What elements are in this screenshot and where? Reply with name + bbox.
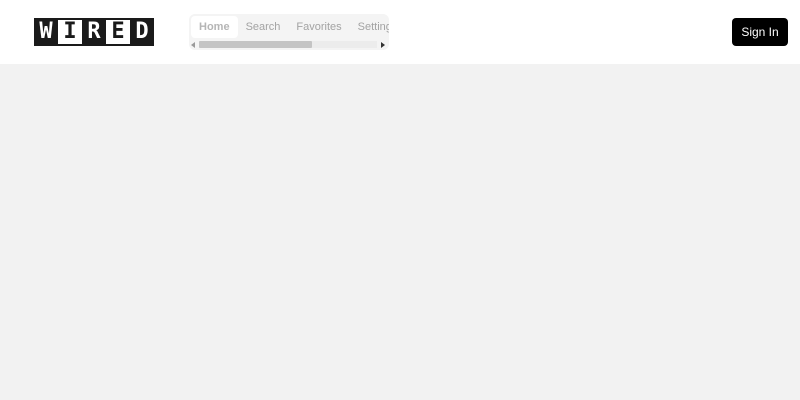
scroll-left-arrow-icon[interactable] (191, 42, 195, 48)
logo-letter-w: W (34, 18, 58, 46)
logo-letter-r: R (82, 18, 106, 46)
tab-favorites[interactable]: Favorites (288, 16, 349, 38)
scroll-right-arrow-icon[interactable] (381, 42, 385, 48)
tab-settings[interactable]: Settings (350, 16, 389, 38)
tab-search[interactable]: Search (238, 16, 289, 38)
scroll-thumb[interactable] (199, 41, 312, 48)
sign-in-button[interactable]: Sign In (732, 18, 788, 46)
scroll-track[interactable] (199, 41, 377, 48)
wired-logo[interactable]: W I R E D (34, 18, 154, 46)
logo-letter-e: E (106, 18, 130, 46)
logo-letter-i: I (58, 18, 82, 46)
nav-horizontal-scrollbar[interactable] (191, 40, 387, 50)
tab-home[interactable]: Home (191, 16, 238, 38)
site-header: W I R E D Home Search Favorites Setting s… (0, 0, 800, 64)
main-content (0, 64, 800, 400)
logo-letter-d: D (130, 18, 154, 46)
nav-tabs: Home Search Favorites Settings (191, 16, 389, 38)
